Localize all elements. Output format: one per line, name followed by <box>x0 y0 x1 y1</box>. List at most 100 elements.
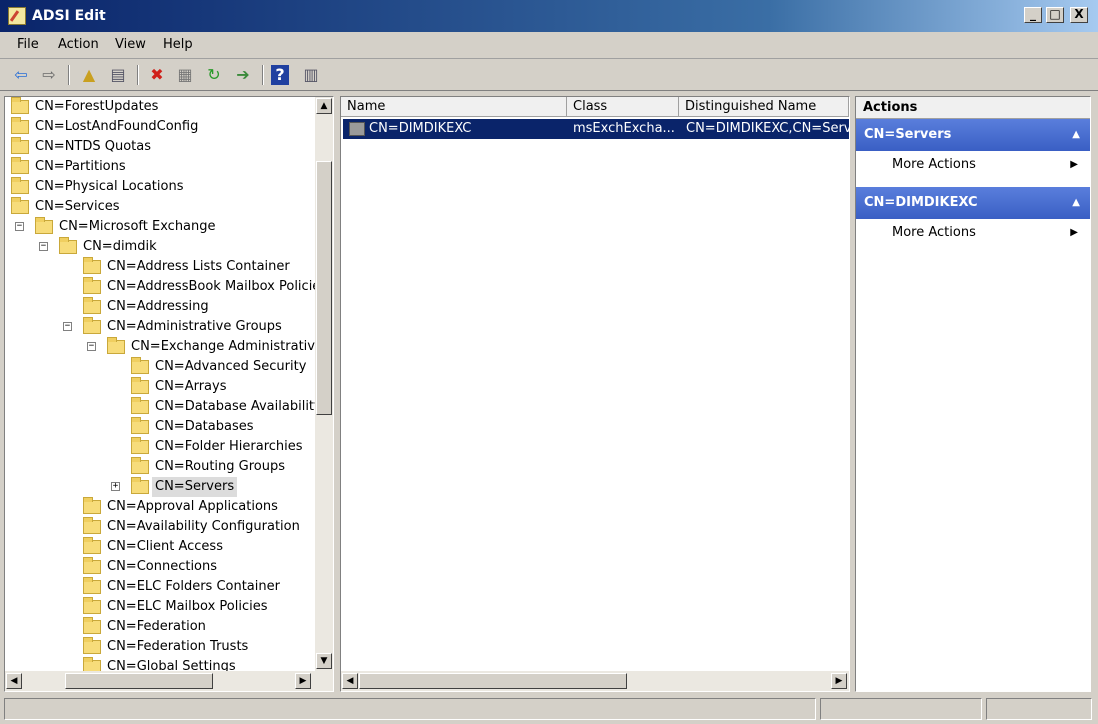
delete-icon[interactable]: ✖ <box>146 64 168 86</box>
tree-node[interactable]: CN=Partitions <box>5 157 313 177</box>
scroll-down-button[interactable]: ▼ <box>316 653 332 669</box>
tree-node-label: CN=Physical Locations <box>35 179 184 194</box>
tree-node[interactable]: CN=LostAndFoundConfig <box>5 117 313 137</box>
expand-icon[interactable]: + <box>111 482 120 491</box>
folder-icon <box>131 417 149 434</box>
tree-node[interactable]: CN=Advanced Security <box>5 357 313 377</box>
folder-icon <box>83 597 101 614</box>
tree-node[interactable]: CN=Federation <box>5 617 313 637</box>
forward-arrow-icon[interactable]: ⇨ <box>38 64 60 86</box>
scroll-left-button[interactable]: ◀ <box>6 673 22 689</box>
tree-node[interactable]: CN=ELC Mailbox Policies <box>5 597 313 617</box>
refresh-icon[interactable]: ↻ <box>203 64 225 86</box>
tree-node[interactable]: CN=Physical Locations <box>5 177 313 197</box>
tree-node-label: CN=dimdik <box>83 239 157 254</box>
scroll-right-button[interactable]: ▶ <box>295 673 311 689</box>
cell-class: msExchExcha... <box>573 121 675 136</box>
scroll-thumb[interactable] <box>359 673 627 689</box>
list-horizontal-scrollbar[interactable]: ◀ ▶ <box>341 671 849 691</box>
tree-node[interactable]: CN=Folder Hierarchies <box>5 437 313 457</box>
menu-view[interactable]: View <box>115 37 146 52</box>
column-header-class[interactable]: Class <box>567 97 679 117</box>
tree-node[interactable]: + CN=Servers <box>5 477 313 497</box>
scroll-right-button[interactable]: ▶ <box>831 673 847 689</box>
close-button[interactable]: X <box>1070 7 1088 23</box>
minimize-button[interactable]: _ <box>1024 7 1042 23</box>
tree-node[interactable]: CN=ForestUpdates <box>5 97 313 117</box>
back-arrow-icon[interactable]: ⇦ <box>10 64 32 86</box>
maximize-button[interactable]: □ <box>1046 7 1064 23</box>
column-header-distinguished-name[interactable]: Distinguished Name <box>679 97 849 117</box>
tree-node[interactable]: CN=Services <box>5 197 313 217</box>
export-list-icon[interactable]: ➔ <box>232 64 254 86</box>
menu-action[interactable]: Action <box>58 37 99 52</box>
tree-node[interactable]: − CN=Microsoft Exchange <box>5 217 313 237</box>
tree-node-label: CN=Availability Configuration <box>107 519 300 534</box>
tree-node[interactable]: CN=Database Availability G <box>5 397 333 417</box>
tree-node-label: CN=Databases <box>155 419 254 434</box>
scroll-thumb[interactable] <box>316 161 332 415</box>
more-actions-link[interactable]: More Actions <box>892 157 976 172</box>
tree-node[interactable]: − CN=Administrative Groups <box>5 317 313 337</box>
tree-node[interactable]: CN=Federation Trusts <box>5 637 313 657</box>
title-bar[interactable]: ADSI Edit _ □ X <box>0 0 1098 32</box>
show-hide-console-tree-icon[interactable]: ▤ <box>107 64 129 86</box>
scroll-thumb[interactable] <box>65 673 213 689</box>
console-tree[interactable]: CN=ForestUpdates CN=LostAndFoundConfig CN=… <box>4 96 334 692</box>
tree-node[interactable]: CN=NTDS Quotas <box>5 137 313 157</box>
tree-node[interactable]: CN=Availability Configuration <box>5 517 313 537</box>
server-object-icon <box>349 122 365 136</box>
tree-node[interactable]: CN=Addressing <box>5 297 313 317</box>
scroll-up-button[interactable]: ▲ <box>316 98 332 114</box>
tree-node-label: CN=Approval Applications <box>107 499 278 514</box>
tree-vertical-scrollbar[interactable]: ▲ ▼ <box>315 97 333 671</box>
tree-node[interactable]: − CN=dimdik <box>5 237 313 257</box>
tree-node[interactable]: CN=Address Lists Container <box>5 257 313 277</box>
tree-node-label: CN=Exchange Administrative G <box>131 339 334 354</box>
folder-icon <box>35 217 53 234</box>
tree-horizontal-scrollbar[interactable]: ◀ ▶ <box>5 671 333 691</box>
show-hide-action-pane-icon[interactable]: ▥ <box>300 64 322 86</box>
tree-node[interactable]: CN=AddressBook Mailbox Policies <box>5 277 327 297</box>
menu-file[interactable]: File <box>17 37 39 52</box>
tree-node[interactable]: CN=Routing Groups <box>5 457 313 477</box>
column-header-name[interactable]: Name <box>341 97 567 117</box>
folder-icon <box>83 257 101 274</box>
folder-icon <box>131 397 149 414</box>
tree-node-label: CN=Routing Groups <box>155 459 286 474</box>
tree-node[interactable]: CN=Approval Applications <box>5 497 313 517</box>
folder-icon <box>83 537 101 554</box>
tree-node[interactable]: CN=Arrays <box>5 377 313 397</box>
tree-node-label: CN=ELC Folders Container <box>107 579 280 594</box>
menu-help[interactable]: Help <box>163 37 193 52</box>
collapse-icon[interactable]: − <box>15 222 24 231</box>
tree-node[interactable]: CN=Databases <box>5 417 313 437</box>
tree-node[interactable]: CN=Client Access <box>5 537 313 557</box>
collapse-caret-icon[interactable]: ▲ <box>1072 119 1080 151</box>
collapse-caret-icon[interactable]: ▲ <box>1072 187 1080 219</box>
up-folder-icon[interactable]: ▲ <box>78 64 100 86</box>
folder-icon <box>11 137 29 154</box>
tree-node-label: CN=Federation <box>107 619 206 634</box>
status-bar-panel <box>820 698 982 720</box>
more-actions-link[interactable]: More Actions <box>892 225 976 240</box>
adsi-edit-app-icon <box>8 7 26 25</box>
help-icon[interactable]: ? <box>271 65 289 85</box>
list-item[interactable]: CN=DIMDIKEXC msExchExcha... CN=DIMDIKEXC… <box>343 119 849 139</box>
tree-node[interactable]: CN=ELC Folders Container <box>5 577 313 597</box>
tree-node-label: CN=Microsoft Exchange <box>59 219 216 234</box>
results-list[interactable]: Name Class Distinguished Name CN=DIMDIKE… <box>340 96 850 692</box>
tree-node-label: CN=Servers <box>152 477 238 497</box>
tree-node[interactable]: CN=Connections <box>5 557 313 577</box>
action-group-dimdikexc[interactable]: CN=DIMDIKEXC ▲ <box>856 187 1090 219</box>
collapse-icon[interactable]: − <box>39 242 48 251</box>
properties-icon[interactable]: ▦ <box>174 64 196 86</box>
scroll-left-button[interactable]: ◀ <box>342 673 358 689</box>
folder-icon <box>83 617 101 634</box>
action-group-servers[interactable]: CN=Servers ▲ <box>856 119 1090 151</box>
menu-bar: File Action View Help <box>0 32 1098 59</box>
tree-node[interactable]: − CN=Exchange Administrative G <box>5 337 333 357</box>
toolbar-separator <box>137 65 139 85</box>
collapse-icon[interactable]: − <box>87 342 96 351</box>
collapse-icon[interactable]: − <box>63 322 72 331</box>
